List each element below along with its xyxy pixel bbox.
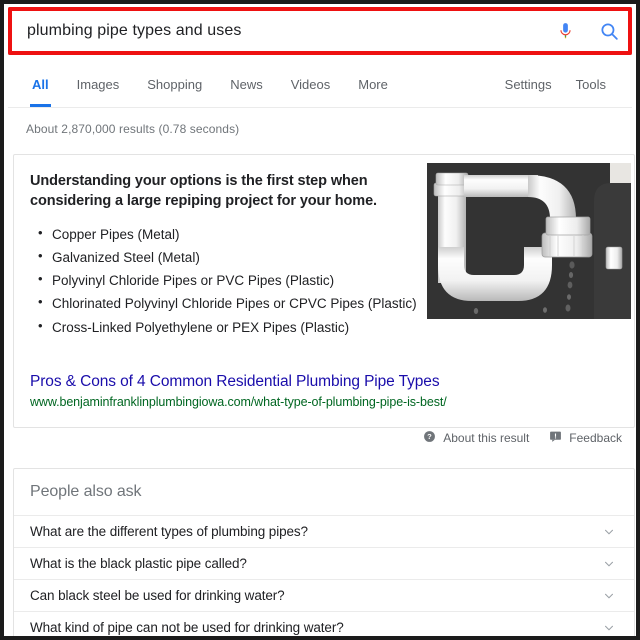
people-also-ask-row[interactable]: Can black steel be used for drinking wat… [14, 579, 634, 611]
list-item: Copper Pipes (Metal) [38, 224, 420, 244]
list-item: Galvanized Steel (Metal) [38, 247, 420, 267]
list-item: Chlorinated Polyvinyl Chloride Pipes or … [38, 293, 420, 313]
tab-images[interactable]: Images [63, 59, 134, 107]
svg-text:?: ? [427, 432, 432, 441]
featured-snippet-url: www.benjaminfranklinplumbingiowa.com/wha… [30, 395, 447, 409]
list-item: Polyvinyl Chloride Pipes or PVC Pipes (P… [38, 270, 420, 290]
about-this-result-label: About this result [443, 431, 530, 445]
people-also-ask-row[interactable]: What is the black plastic pipe called? [14, 547, 634, 579]
result-stats: About 2,870,000 results (0.78 seconds) [26, 122, 240, 136]
tab-videos[interactable]: Videos [277, 59, 345, 107]
chevron-down-icon[interactable] [600, 523, 618, 541]
featured-snippet-link[interactable]: Pros & Cons of 4 Common Residential Plum… [30, 372, 447, 393]
people-also-ask-row[interactable]: What are the different types of plumbing… [14, 515, 634, 547]
settings-button[interactable]: Settings [493, 59, 564, 92]
feedback-button[interactable]: Feedback [549, 430, 622, 446]
help-circle-icon: ? [423, 430, 436, 446]
tab-news[interactable]: News [216, 59, 277, 107]
result-meta-row: ? About this result Feedback [423, 430, 622, 446]
about-this-result-button[interactable]: ? About this result [423, 430, 529, 446]
tools-button[interactable]: Tools [564, 59, 618, 92]
people-also-ask-question: What are the different types of plumbing… [30, 524, 308, 539]
featured-snippet-body: Understanding your options is the first … [30, 171, 420, 341]
featured-snippet-source: Pros & Cons of 4 Common Residential Plum… [30, 372, 447, 409]
nav-meta-links: Settings Tools [493, 59, 618, 107]
search-nav-bar: All Images Shopping News Videos More Set… [8, 59, 632, 108]
people-also-ask-question: What is the black plastic pipe called? [30, 556, 247, 571]
feedback-label: Feedback [569, 431, 622, 445]
featured-snippet-card: Understanding your options is the first … [13, 154, 635, 428]
people-also-ask-question: What kind of pipe can not be used for dr… [30, 620, 344, 635]
nav-tabs: All Images Shopping News Videos More [18, 59, 402, 107]
tab-more[interactable]: More [344, 59, 402, 107]
microphone-icon[interactable] [543, 9, 587, 53]
people-also-ask-title: People also ask [30, 483, 142, 500]
people-also-ask-question: Can black steel be used for drinking wat… [30, 588, 285, 603]
feedback-flag-icon [549, 430, 562, 446]
featured-snippet-image[interactable] [424, 161, 634, 321]
chevron-down-icon[interactable] [600, 587, 618, 605]
list-item: Cross-Linked Polyethylene or PEX Pipes (… [38, 317, 420, 337]
search-input[interactable]: plumbing pipe types and uses [9, 22, 543, 40]
chevron-down-icon[interactable] [600, 619, 618, 637]
chevron-down-icon[interactable] [600, 555, 618, 573]
search-icon[interactable] [587, 9, 631, 53]
featured-snippet-heading: Understanding your options is the first … [30, 173, 377, 209]
tab-shopping[interactable]: Shopping [133, 59, 216, 107]
featured-snippet-list: Copper Pipes (Metal) Galvanized Steel (M… [30, 224, 420, 337]
people-also-ask-row[interactable]: What kind of pipe can not be used for dr… [14, 611, 634, 637]
browser-page: plumbing pipe types and uses All Images … [0, 0, 640, 640]
people-also-ask-card: People also ask What are the different t… [13, 468, 635, 637]
search-bar[interactable]: plumbing pipe types and uses [8, 7, 632, 55]
tab-all[interactable]: All [18, 59, 63, 107]
